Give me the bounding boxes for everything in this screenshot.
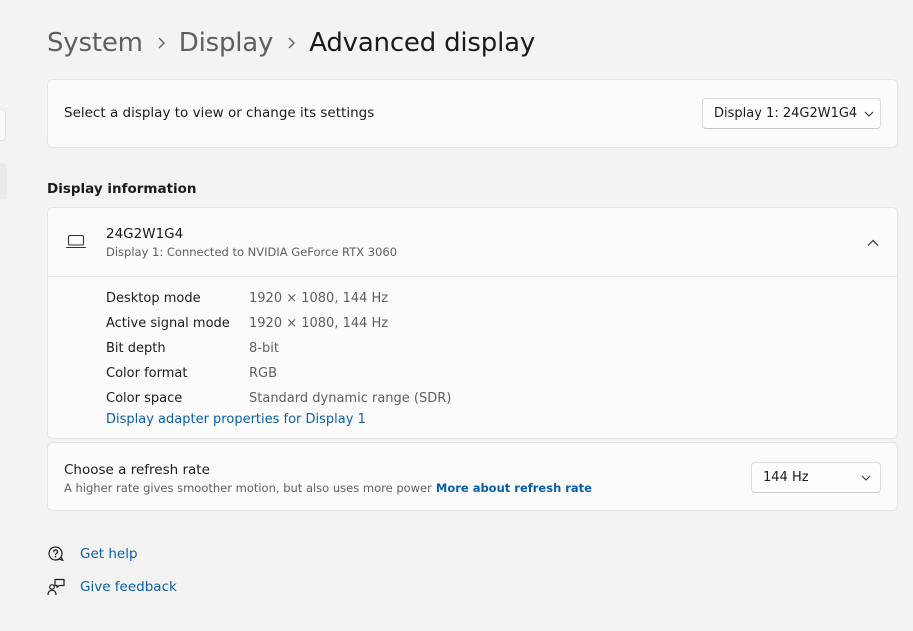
breadcrumb-system[interactable]: System <box>47 28 143 58</box>
display-selector-label: Select a display to view or change its s… <box>64 105 375 121</box>
refresh-rate-dropdown[interactable]: 144 Hz <box>751 462 881 493</box>
page-title: Advanced display <box>309 28 536 58</box>
chevron-up-icon[interactable] <box>863 234 883 252</box>
chevron-right-icon <box>143 36 179 50</box>
refresh-rate-title: Choose a refresh rate <box>64 462 210 478</box>
info-key: Active signal mode <box>106 316 230 331</box>
display-information-header[interactable]: 24G2W1G4 Display 1: Connected to NVIDIA … <box>48 208 897 277</box>
chevron-right-icon <box>273 36 309 50</box>
info-row-color-format: Color format RGB <box>106 361 451 386</box>
info-row-active-signal-mode: Active signal mode 1920 × 1080, 144 Hz <box>106 311 451 336</box>
refresh-rate-dropdown-value: 144 Hz <box>763 470 809 485</box>
display-dropdown[interactable]: Display 1: 24G2W1G4 <box>702 98 881 129</box>
info-value: 1920 × 1080, 144 Hz <box>249 316 389 331</box>
info-row-desktop-mode: Desktop mode 1920 × 1080, 144 Hz <box>106 286 451 311</box>
give-feedback-row[interactable]: Give feedback <box>46 576 177 598</box>
refresh-rate-description-text: A higher rate gives smoother motion, but… <box>64 481 432 495</box>
info-value: 8-bit <box>249 341 279 356</box>
breadcrumb-display[interactable]: Display <box>179 28 274 58</box>
section-title-display-information: Display information <box>47 181 197 197</box>
info-value: Standard dynamic range (SDR) <box>249 391 452 406</box>
nav-edge-selected-item <box>0 163 7 199</box>
display-information-card: 24G2W1G4 Display 1: Connected to NVIDIA … <box>47 207 898 439</box>
refresh-rate-card: Choose a refresh rate A higher rate give… <box>47 442 898 511</box>
display-adapter-properties-link[interactable]: Display adapter properties for Display 1 <box>106 412 366 427</box>
get-help-row[interactable]: Get help <box>46 543 138 565</box>
display-dropdown-value: Display 1: 24G2W1G4 <box>714 106 858 121</box>
chevron-down-icon <box>857 111 880 117</box>
info-key: Color space <box>106 391 183 406</box>
info-key: Desktop mode <box>106 291 201 306</box>
display-info-rows: Desktop mode 1920 × 1080, 144 Hz Active … <box>106 286 451 411</box>
info-row-color-space: Color space Standard dynamic range (SDR) <box>106 386 451 411</box>
get-help-link[interactable]: Get help <box>80 546 138 562</box>
info-value: RGB <box>249 366 278 381</box>
info-key: Color format <box>106 366 188 381</box>
feedback-icon <box>46 577 66 597</box>
refresh-rate-description: A higher rate gives smoother motion, but… <box>64 481 592 495</box>
chevron-down-icon <box>852 475 880 481</box>
info-row-bit-depth: Bit depth 8-bit <box>106 336 451 361</box>
give-feedback-link[interactable]: Give feedback <box>80 579 177 595</box>
monitor-connection: Display 1: Connected to NVIDIA GeForce R… <box>106 245 398 259</box>
monitor-name: 24G2W1G4 <box>106 226 184 242</box>
display-selector-card: Select a display to view or change its s… <box>47 79 898 148</box>
help-chat-icon <box>46 544 66 564</box>
info-value: 1920 × 1080, 144 Hz <box>249 291 389 306</box>
laptop-icon <box>65 234 87 254</box>
info-key: Bit depth <box>106 341 166 356</box>
nav-edge-search <box>0 109 6 141</box>
breadcrumb: System Display Advanced display <box>47 24 535 62</box>
more-about-refresh-rate-link[interactable]: More about refresh rate <box>436 481 592 495</box>
